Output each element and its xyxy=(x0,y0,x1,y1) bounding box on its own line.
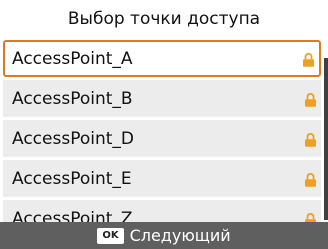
access-point-name: AccessPoint_E xyxy=(12,168,132,189)
access-point-name: AccessPoint_A xyxy=(12,48,133,69)
access-point-name: AccessPoint_B xyxy=(12,88,133,109)
lock-icon xyxy=(305,92,316,107)
access-point-item-d[interactable]: AccessPoint_D xyxy=(3,120,321,157)
footer-bar: OK Следующий xyxy=(0,222,328,249)
access-point-item-e[interactable]: AccessPoint_E xyxy=(3,160,321,197)
access-point-list: AccessPoint_A AccessPoint_B AccessPoint_… xyxy=(3,40,321,240)
page-title: Выбор точки доступа xyxy=(67,9,261,29)
lock-icon xyxy=(305,132,316,147)
next-button-label[interactable]: Следующий xyxy=(130,226,231,245)
scrollbar[interactable] xyxy=(324,58,328,220)
lock-icon xyxy=(305,172,316,187)
lock-icon xyxy=(303,52,314,67)
access-point-item-a[interactable]: AccessPoint_A xyxy=(3,40,321,77)
access-point-name: AccessPoint_D xyxy=(12,128,134,149)
ok-button-badge[interactable]: OK xyxy=(97,227,124,244)
access-point-item-b[interactable]: AccessPoint_B xyxy=(3,80,321,117)
